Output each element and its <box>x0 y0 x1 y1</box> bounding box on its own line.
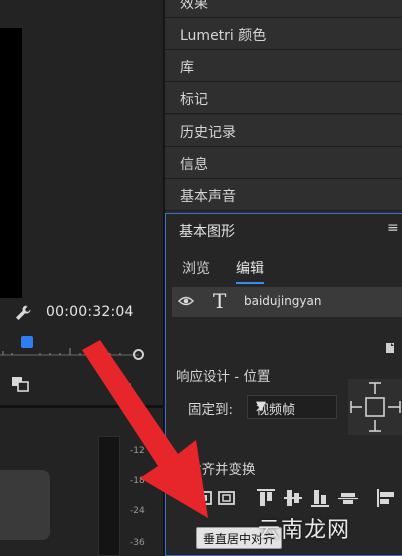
panel-title: 基本图形 <box>179 224 235 240</box>
tab-edit[interactable]: 编辑 <box>236 258 264 284</box>
align-transform-label: 对齐并变换 <box>188 462 256 478</box>
wrench-icon[interactable] <box>14 304 32 322</box>
meter-tick-label: -36 <box>130 538 145 548</box>
panel-divider <box>0 405 163 408</box>
align-vertical-center-icon[interactable] <box>282 487 304 509</box>
panel-item-label: 库 <box>180 60 194 76</box>
eye-icon[interactable] <box>178 295 194 307</box>
export-frame-icon[interactable] <box>10 374 32 394</box>
pin-to-label: 固定到: <box>188 402 234 418</box>
video-preview <box>0 28 22 298</box>
responsive-design-label: 响应设计 - 位置 <box>176 369 271 385</box>
panel-item-label: 历史记录 <box>180 125 236 141</box>
panel-item-label: Lumetri 颜色 <box>180 28 267 44</box>
meter-tick-label: -24 <box>130 506 145 516</box>
distribute-icon[interactable] <box>337 487 359 509</box>
align-top-icon[interactable] <box>255 487 277 509</box>
panel-item-label: 基本声音 <box>180 189 236 205</box>
panel-item-lumetri-color[interactable]: Lumetri 颜色 <box>165 18 402 50</box>
playhead-icon[interactable] <box>21 336 33 348</box>
new-layer-icon[interactable] <box>384 342 396 354</box>
meter-tick-label: -12 <box>130 446 145 456</box>
playhead-timecode[interactable]: 00:00:32:04 <box>46 304 134 320</box>
audio-meter <box>98 436 120 556</box>
pin-to-select[interactable]: 视频帧 ▼ <box>247 395 337 419</box>
add-icon[interactable]: + <box>116 372 133 396</box>
program-monitor-panel: 00:00:32:04 + -12 -18 -24 -36 <box>0 0 163 556</box>
align-left-icon[interactable] <box>375 487 397 509</box>
panel-item-essential-sound[interactable]: 基本声音 <box>165 179 402 211</box>
timeline-clip[interactable] <box>0 470 50 540</box>
layer-item[interactable]: T baidujingyan <box>172 287 402 317</box>
align-center-frame-icon[interactable] <box>216 487 238 509</box>
text-layer-icon: T <box>213 289 227 313</box>
meter-tick-label: -18 <box>130 476 145 486</box>
panel-item-history[interactable]: 历史记录 <box>165 115 402 147</box>
pin-position-widget[interactable] <box>348 379 402 435</box>
tab-browse[interactable]: 浏览 <box>182 258 210 278</box>
panel-item-label: 信息 <box>180 157 208 173</box>
align-frame-icon[interactable] <box>193 487 215 509</box>
chevron-down-icon: ▼ <box>256 399 266 414</box>
panel-item-info[interactable]: 信息 <box>165 147 402 179</box>
panel-item-label: 效果 <box>180 0 208 12</box>
panel-menu-icon[interactable]: ≡ <box>387 220 399 236</box>
panel-item-libraries[interactable]: 库 <box>165 50 402 82</box>
watermark: 云南龙网 <box>258 518 351 543</box>
essential-graphics-panel: 基本图形 ≡ 浏览 编辑 T baidujingyan 响应设计 - 位置 固定… <box>165 213 402 556</box>
align-bottom-icon[interactable] <box>309 487 331 509</box>
panel-item-label: 标记 <box>180 92 208 108</box>
layer-name: baidujingyan <box>244 294 322 308</box>
panel-item-markers[interactable]: 标记 <box>165 82 402 114</box>
panel-item-effects[interactable]: 效果 <box>165 0 402 18</box>
zoom-handle[interactable] <box>133 349 144 360</box>
